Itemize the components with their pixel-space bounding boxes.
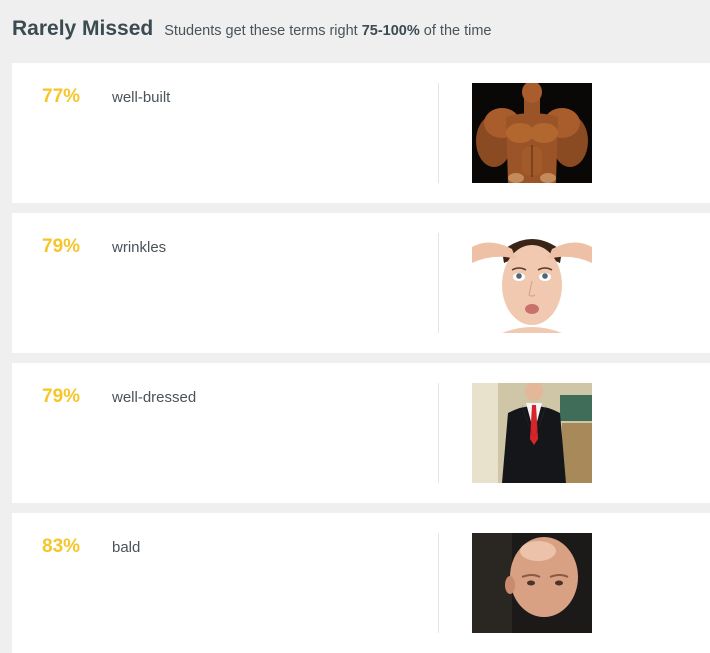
term-label[interactable]: well-built (112, 89, 170, 106)
term-label[interactable]: well-dressed (112, 389, 196, 406)
subtitle-text-end: of the time (419, 23, 492, 39)
section-subtitle: Students get these terms right 75-100% o… (164, 23, 491, 39)
bald-man-image[interactable] (472, 533, 592, 633)
term-card[interactable]: 77% well-built (12, 63, 710, 203)
term-percent: 79% (42, 386, 81, 407)
section-title: Rarely Missed (12, 17, 154, 40)
term-percent: 77% (42, 86, 81, 107)
card-divider (438, 533, 439, 633)
term-percent: 79% (42, 236, 81, 257)
term-label[interactable]: wrinkles (112, 239, 166, 256)
muscular-man-image[interactable] (472, 83, 592, 183)
man-in-suit-image[interactable] (472, 383, 592, 483)
term-card[interactable]: 83% bald (12, 513, 710, 653)
term-percent: 83% (42, 536, 81, 557)
card-divider (438, 233, 439, 333)
section-header: Rarely Missed Students get these terms r… (12, 17, 492, 43)
term-card[interactable]: 79% wrinkles (12, 213, 710, 353)
woman-forehead-image[interactable] (472, 233, 592, 333)
subtitle-text-start: Students get these terms right (164, 23, 362, 39)
term-label[interactable]: bald (112, 539, 140, 556)
term-card[interactable]: 79% well-dressed (12, 363, 710, 503)
card-divider (438, 83, 439, 183)
card-divider (438, 383, 439, 483)
subtitle-percent-range: 75-100% (361, 23, 420, 39)
